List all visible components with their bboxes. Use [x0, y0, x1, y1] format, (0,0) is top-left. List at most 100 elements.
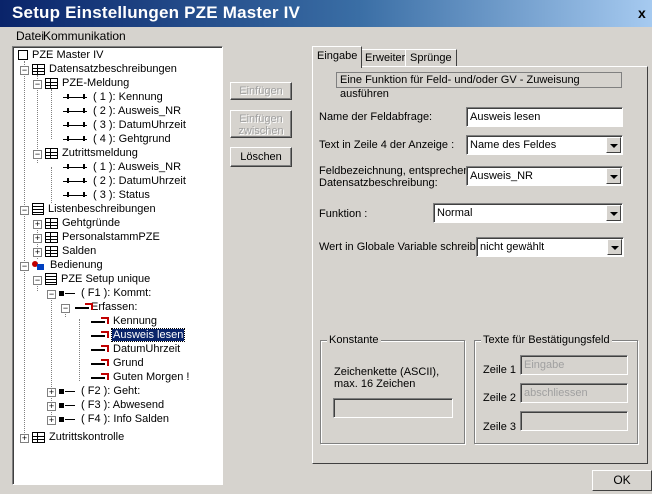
expand-icon[interactable]: +	[33, 248, 42, 257]
tree-item-datensatz[interactable]: Datensatzbeschreibungen	[32, 63, 178, 76]
tree-item-list[interactable]: Salden	[45, 245, 97, 258]
tree-item-erfassen-step[interactable]: Guten Morgen !	[89, 371, 190, 384]
tree-item-list[interactable]: PersonalstammPZE	[45, 231, 161, 244]
tab-eingabe[interactable]: Eingabe	[312, 46, 363, 68]
key-icon	[59, 288, 77, 299]
funktion-select[interactable]: Normal	[433, 203, 623, 223]
tree-item-f[interactable]: ( F3 ): Abwesend	[59, 399, 165, 412]
collapse-icon[interactable]: −	[33, 276, 42, 285]
chevron-down-icon[interactable]	[606, 205, 621, 221]
field-icon	[61, 176, 89, 187]
collapse-icon[interactable]: −	[33, 150, 42, 159]
tree-item-zutrittsmeldung[interactable]: Zutrittsmeldung	[45, 147, 139, 160]
tree-field[interactable]: ( 3 ): Status	[61, 189, 151, 202]
tree-item-f1[interactable]: ( F1 ): Kommt:	[59, 287, 152, 300]
tree-field[interactable]: ( 4 ): Gehtgrund	[61, 133, 172, 146]
text-select-value: Name des Feldes	[470, 139, 557, 151]
tree-item-setup[interactable]: PZE Setup unique	[45, 273, 151, 286]
tree-item-pze-meldung[interactable]: PZE-Meldung	[45, 77, 130, 90]
tree-item-f[interactable]: ( F2 ): Geht:	[59, 385, 141, 398]
tree-item-erfassen-step[interactable]: Kennung	[89, 315, 158, 328]
wert-select-value: nicht gewählt	[480, 241, 545, 253]
collapse-icon[interactable]: −	[20, 66, 29, 75]
collapse-icon[interactable]: −	[20, 262, 29, 271]
konstante-title: Konstante	[327, 334, 381, 346]
expand-icon[interactable]: +	[47, 388, 56, 397]
einfuegen-zwischen-button[interactable]: Einfügen zwischen	[230, 110, 292, 138]
collapse-icon[interactable]: −	[47, 290, 56, 299]
tree-field[interactable]: ( 2 ): DatumUhrzeit	[61, 175, 187, 188]
list-icon	[32, 203, 44, 216]
feld-label-1: Feldbezeichnung, entsprechend	[319, 165, 476, 177]
einfuegen-zwischen-line1: Einfügen	[239, 113, 283, 125]
wert-select[interactable]: nicht gewählt	[476, 237, 624, 257]
tab-spruenge[interactable]: Sprünge	[405, 49, 457, 67]
tree-view[interactable]: PZE Master IV − Datensatzbeschreibungen …	[12, 46, 223, 485]
funktion-select-value: Normal	[437, 207, 473, 219]
konstante-desc-1: Zeichenkette (ASCII),	[334, 366, 440, 378]
tree-item-erfassen-step[interactable]: Grund	[89, 357, 145, 370]
collapse-icon[interactable]: −	[61, 304, 70, 313]
tree-field[interactable]: ( 2 ): Ausweis_NR	[61, 105, 182, 118]
chevron-down-icon[interactable]	[607, 239, 622, 255]
key-icon	[59, 414, 77, 425]
table-icon	[32, 63, 45, 75]
menu-datei[interactable]: Datei	[16, 29, 44, 43]
key-icon	[59, 386, 77, 397]
tree-item-f[interactable]: ( F4 ): Info Salden	[59, 413, 170, 426]
wrench-icon	[89, 330, 109, 341]
table-icon	[45, 147, 58, 159]
wrench-icon	[89, 372, 109, 383]
wrench-icon	[89, 344, 109, 355]
name-label: Name der Feldabfrage:	[319, 111, 433, 123]
menu-bar: Datei Kommunikation	[0, 27, 652, 44]
tree-line	[79, 319, 80, 381]
ok-button[interactable]: OK	[592, 470, 652, 491]
expand-icon[interactable]: +	[33, 220, 42, 229]
chevron-down-icon[interactable]	[606, 168, 621, 184]
tree-item-erfassen[interactable]: Erfassen:	[73, 301, 138, 314]
zeile3-input[interactable]	[520, 411, 628, 431]
wrench-icon	[89, 316, 109, 327]
edit-icon	[73, 302, 93, 313]
field-icon	[61, 92, 89, 103]
field-icon	[61, 190, 89, 201]
tree-item-erfassen-step[interactable]: DatumUhrzeit	[89, 343, 181, 356]
konstante-group: Konstante	[320, 334, 465, 444]
tree-field[interactable]: ( 3 ): DatumUhrzeit	[61, 119, 187, 132]
text-label: Text in Zeile 4 der Anzeige :	[319, 139, 455, 151]
expand-icon[interactable]: +	[33, 234, 42, 243]
bestaetigung-title: Texte für Bestätigungsfeld	[481, 334, 612, 346]
tree-item-listen[interactable]: Listenbeschreibungen	[32, 203, 157, 216]
wrench-icon	[89, 358, 109, 369]
menu-kommunikation[interactable]: Kommunikation	[43, 29, 126, 43]
zeile1-input[interactable]: Eingabe	[520, 355, 628, 375]
einfuegen-zwischen-line2: zwischen	[238, 125, 284, 137]
loeschen-button[interactable]: Löschen	[230, 147, 292, 167]
name-input[interactable]: Ausweis lesen	[466, 107, 623, 127]
expand-icon[interactable]: +	[47, 402, 56, 411]
expand-icon[interactable]: +	[47, 416, 56, 425]
close-icon[interactable]: x	[638, 5, 650, 21]
field-icon	[61, 134, 89, 145]
field-icon	[61, 162, 89, 173]
tree-item-list[interactable]: Gehtgründe	[45, 217, 121, 230]
tree-root[interactable]: PZE Master IV	[18, 49, 105, 62]
tree-item-erfassen-step[interactable]: Ausweis lesen	[89, 328, 186, 342]
shapes-icon	[32, 259, 46, 271]
tree-field[interactable]: ( 1 ): Kennung	[61, 91, 164, 104]
einfuegen-button[interactable]: Einfügen	[230, 82, 292, 100]
tree-field[interactable]: ( 1 ): Ausweis_NR	[61, 161, 182, 174]
text-select[interactable]: Name des Feldes	[466, 135, 623, 155]
collapse-icon[interactable]: −	[20, 206, 29, 215]
konstante-input[interactable]	[333, 398, 453, 418]
title-bar: Setup Einstellungen PZE Master IV x	[0, 0, 652, 27]
feld-select[interactable]: Ausweis_NR	[466, 166, 623, 186]
tree-item-bedienung[interactable]: Bedienung	[32, 259, 104, 272]
collapse-icon[interactable]: −	[33, 80, 42, 89]
chevron-down-icon[interactable]	[606, 137, 621, 153]
expand-icon[interactable]: +	[20, 434, 29, 443]
zeile2-input[interactable]: abschliessen	[520, 383, 628, 403]
funktion-label: Funktion :	[319, 208, 368, 220]
tree-item-zutrittskontrolle[interactable]: Zutrittskontrolle	[32, 431, 125, 444]
